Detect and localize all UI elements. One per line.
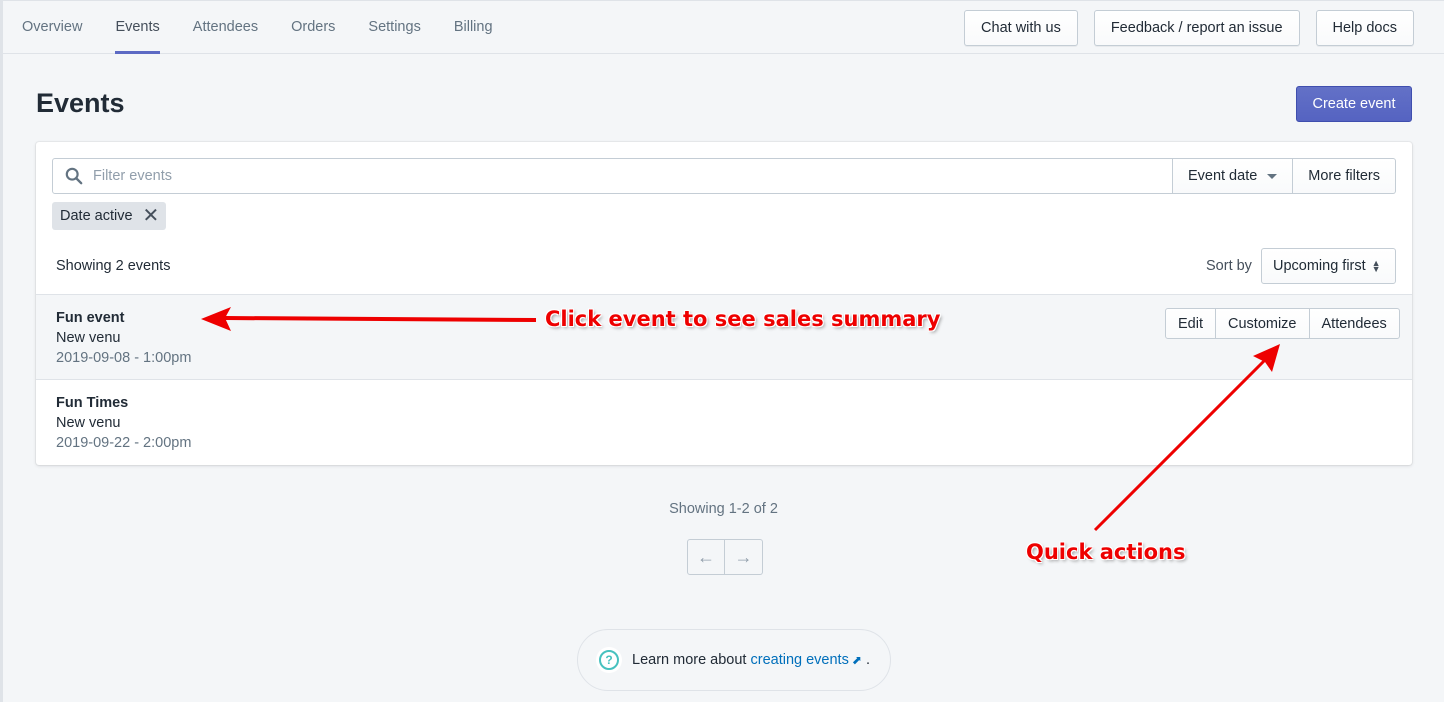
- edit-button[interactable]: Edit: [1165, 308, 1216, 339]
- link-text: creating events: [750, 652, 849, 668]
- tab-orders[interactable]: Orders: [291, 1, 335, 54]
- event-date-label: Event date: [1187, 168, 1258, 184]
- event-row[interactable]: Fun Times New venu 2019-09-22 - 2:00pm: [36, 379, 1412, 464]
- next-page-button[interactable]: →: [725, 539, 763, 575]
- caret-down-icon: [1267, 173, 1278, 179]
- footer-help-text: Learn more about creating events ⬈ .: [632, 652, 870, 668]
- create-event-button[interactable]: Create event: [1296, 86, 1412, 122]
- event-datetime: 2019-09-22 - 2:00pm: [56, 435, 192, 451]
- creating-events-link[interactable]: creating events ⬈: [751, 652, 862, 668]
- sort-value: Upcoming first: [1273, 258, 1366, 274]
- search-input[interactable]: [93, 161, 1172, 191]
- page-title: Events: [36, 88, 125, 118]
- event-date-filter-button[interactable]: Event date: [1172, 158, 1294, 194]
- sort-select[interactable]: Upcoming first ▲ ▼: [1261, 248, 1396, 284]
- tab-billing[interactable]: Billing: [454, 1, 493, 54]
- nav-tabs: Overview Events Attendees Orders Setting…: [22, 1, 526, 54]
- chat-with-us-button[interactable]: Chat with us: [964, 10, 1078, 46]
- filter-row: Event date More filters: [52, 158, 1396, 194]
- applied-filter-tag: Date active ✕: [52, 202, 167, 230]
- annotation-quick-actions: Quick actions: [1026, 540, 1186, 564]
- tab-attendees[interactable]: Attendees: [193, 1, 258, 54]
- tab-overview[interactable]: Overview: [22, 1, 82, 54]
- arrow-right-icon: →: [734, 546, 753, 567]
- event-venue: New venu: [56, 330, 121, 346]
- event-name: Fun event: [56, 310, 125, 326]
- more-filters-button[interactable]: More filters: [1293, 158, 1396, 194]
- search-field[interactable]: [52, 158, 1173, 194]
- pagination-text: Showing 1-2 of 2: [669, 501, 778, 517]
- footer-suffix: .: [865, 652, 870, 668]
- attendees-button[interactable]: Attendees: [1308, 308, 1400, 339]
- results-count: Showing 2 events: [56, 258, 171, 274]
- customize-button[interactable]: Customize: [1215, 308, 1310, 339]
- event-datetime: 2019-09-08 - 1:00pm: [56, 350, 192, 366]
- remove-tag-icon[interactable]: ✕: [143, 206, 160, 226]
- tab-settings[interactable]: Settings: [368, 1, 420, 54]
- arrow-left-icon: ←: [697, 546, 715, 567]
- external-link-icon: ⬈: [851, 653, 862, 667]
- search-icon: [65, 167, 83, 185]
- feedback-button[interactable]: Feedback / report an issue: [1093, 10, 1300, 46]
- events-card: Event date More filters Date active ✕ Sh…: [36, 142, 1412, 465]
- tag-label: Date active: [60, 208, 133, 224]
- footer-help: ? Learn more about creating events ⬈ .: [577, 629, 891, 691]
- tab-events[interactable]: Events: [115, 1, 161, 54]
- top-actions: Chat with us Feedback / report an issue …: [964, 10, 1414, 46]
- quick-actions-group: Edit Customize Attendees: [1165, 308, 1400, 339]
- select-arrows-icon: ▲ ▼: [1371, 258, 1381, 274]
- event-venue: New venu: [56, 415, 121, 431]
- sort-label: Sort by: [1206, 258, 1252, 274]
- event-name: Fun Times: [56, 395, 129, 411]
- footer-prefix: Learn more about: [632, 652, 747, 668]
- top-navigation-bar: Overview Events Attendees Orders Setting…: [3, 0, 1444, 54]
- help-docs-button[interactable]: Help docs: [1315, 10, 1414, 46]
- previous-page-button[interactable]: ←: [687, 539, 725, 575]
- question-circle-icon: ?: [596, 647, 622, 673]
- pagination: ← →: [687, 539, 763, 575]
- annotation-click-event: Click event to see sales summary: [545, 307, 941, 331]
